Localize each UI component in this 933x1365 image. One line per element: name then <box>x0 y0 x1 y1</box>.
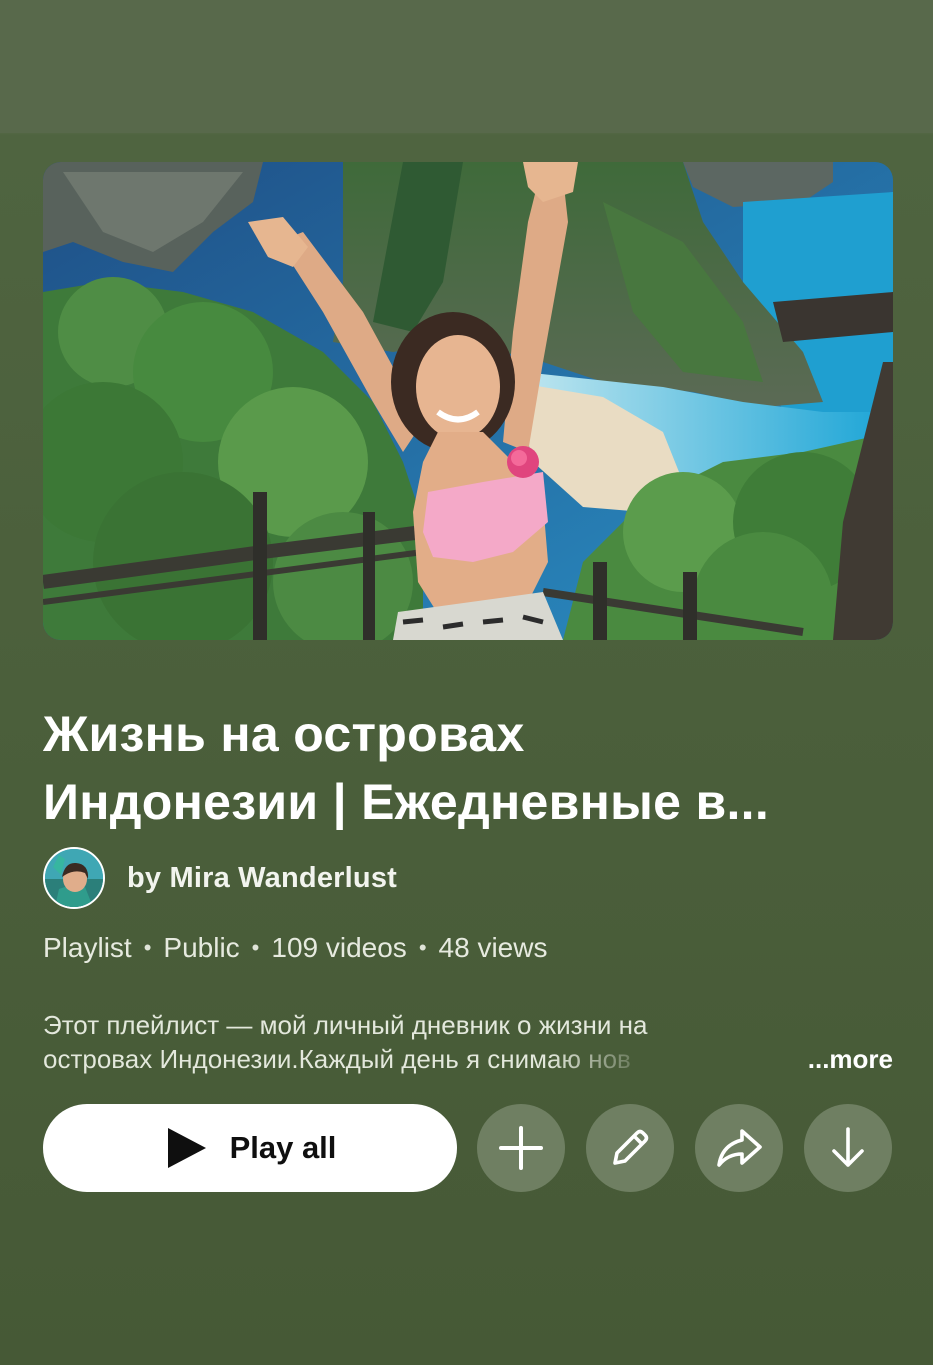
playlist-description[interactable]: Этот плейлист — мой личный дневник о жиз… <box>43 1008 893 1076</box>
privacy-status: Public <box>163 932 240 963</box>
play-all-label: Play all <box>229 1130 337 1165</box>
separator-dot: • <box>418 935 427 960</box>
avatar[interactable] <box>43 847 105 909</box>
video-count: 109 videos <box>271 932 407 963</box>
owner-name[interactable]: by Mira Wanderlust <box>127 862 397 895</box>
playlist-title-line-1: Жизнь на островах <box>43 706 525 762</box>
pencil-icon <box>607 1125 653 1171</box>
playlist-title-line-2: Индонезии | Ежедневные в... <box>43 774 770 830</box>
playlist-thumbnail[interactable] <box>43 162 893 640</box>
top-bar-area <box>0 0 933 133</box>
thumbnail-image <box>43 162 893 640</box>
play-icon <box>164 1126 208 1170</box>
add-to-playlist-button[interactable] <box>477 1104 565 1192</box>
share-arrow-icon <box>714 1125 764 1171</box>
play-all-button[interactable]: Play all <box>43 1104 457 1192</box>
view-count: 48 views <box>438 932 548 963</box>
separator-dot: • <box>251 935 260 960</box>
download-arrow-icon <box>825 1125 871 1171</box>
description-line-1: Этот плейлист — мой личный дневник о жиз… <box>43 1010 648 1040</box>
playlist-header: Жизнь на островах Индонезии | Ежедневные… <box>0 0 933 1365</box>
plus-icon <box>498 1125 544 1171</box>
playlist-title: Жизнь на островах Индонезии | Ежедневные… <box>43 700 893 836</box>
share-button[interactable] <box>695 1104 783 1192</box>
description-line-2: островах Индонезии.Каждый день я снимаю … <box>43 1044 631 1074</box>
separator-dot: • <box>143 935 152 960</box>
playlist-owner[interactable]: by Mira Wanderlust <box>43 846 397 910</box>
playlist-meta: Playlist • Public • 109 videos • 48 view… <box>43 932 547 964</box>
download-button[interactable] <box>804 1104 892 1192</box>
more-link[interactable]: ...more <box>808 1042 893 1076</box>
playlist-type: Playlist <box>43 932 132 963</box>
edit-playlist-button[interactable] <box>586 1104 674 1192</box>
